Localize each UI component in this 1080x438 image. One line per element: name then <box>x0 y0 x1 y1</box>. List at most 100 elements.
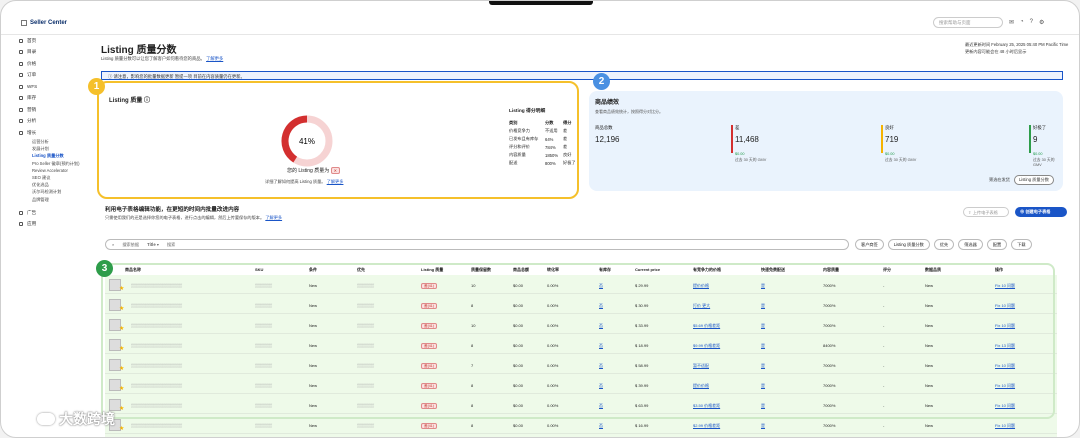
highlight-box-3 <box>101 263 1055 419</box>
metric-value: 9 <box>1033 135 1038 144</box>
sidebar-item-label: 运营分析 <box>32 139 49 145</box>
sidebar-item-label: 首页 <box>27 37 37 43</box>
sidebar-item[interactable]: 品牌管理 <box>15 196 95 203</box>
updated-time: 最近更新时间 February 25, 2025 05:40 PM Pacifi… <box>965 42 1069 47</box>
sidebar-item[interactable]: Pro Seller 徽章(预约计划) <box>15 160 95 167</box>
upload-spreadsheet-button[interactable]: ⇪ 上传电子表格 <box>963 207 1009 217</box>
nav-icon <box>19 107 23 112</box>
search-bar[interactable]: ⌕ 搜索依据 Title ▾ 搜索 <box>105 239 849 250</box>
sidebar-item[interactable]: SEO 建议 <box>15 174 95 181</box>
sidebar-item[interactable]: 营销 <box>15 104 95 116</box>
table-row[interactable]: ★ ▒▒▒▒▒▒▒▒▒▒▒▒▒▒▒▒▒▒ ▒▒▒▒▒▒ New ▒▒▒▒▒▒ 差… <box>105 417 1057 434</box>
filter-button[interactable]: 筛选器 <box>958 239 983 250</box>
metric-2: 良好 719 $0.00 过去 30 天的 GMV <box>885 125 916 163</box>
nav-icon <box>19 130 23 135</box>
priority-blurred: ▒▒▒▒▒▒ <box>357 423 375 428</box>
search-input[interactable]: 搜索 <box>167 242 175 247</box>
sidebar-item[interactable]: 沃尔玛检测计划 <box>15 189 95 196</box>
filter-buttons: 客户商签 Listing 质量分数 优先 筛选器 配置 下载 <box>855 239 1032 250</box>
create-spreadsheet-button[interactable]: ⊕ 创建电子表格 <box>1015 207 1067 217</box>
sidebar-item[interactable]: 发展计划 <box>15 146 95 153</box>
sidebar-item[interactable]: 目录 <box>15 47 95 59</box>
sidebar-item[interactable]: 分析 <box>15 116 95 128</box>
global-search-input[interactable]: 搜索帮助与页面 <box>933 17 1003 28</box>
sidebar-item-label: Listing 质量分数 <box>32 153 64 159</box>
sidebar-item-label: WFS <box>27 84 38 90</box>
metric-color-bar <box>731 125 733 153</box>
metric-compare: 过去 30 天的 GMV <box>885 158 917 162</box>
sidebar-item-label: Pro Seller 徽章(预约计划) <box>32 160 80 166</box>
metric-3: 好极了 9 $0.00 过去 30 天的 GMV <box>1033 125 1063 167</box>
sidebar-item-label: 沃尔玛检测计划 <box>32 189 62 195</box>
sidebar-item[interactable]: WFS <box>15 81 95 93</box>
app-window: Seller Center 搜索帮助与页面 ✉ ◔ ? ⚙ 首页目录 价格订单 WF… <box>0 0 1080 438</box>
sidebar-item[interactable]: Listing 质量分数 <box>15 153 95 160</box>
metric-0: 商品总数 12,196 <box>595 125 619 152</box>
sidebar-item-label: 订单 <box>27 72 37 78</box>
performance-footer: 筛选在发货 Listing 质量分数 <box>989 175 1054 185</box>
step-badge-2: 2 <box>593 73 610 90</box>
learn-more-link[interactable]: 了解更多 <box>206 56 223 61</box>
mail-icon[interactable]: ✉ <box>1009 19 1014 26</box>
search-icon: ⌕ <box>112 242 115 247</box>
camera-notch <box>489 1 593 5</box>
help-icon[interactable]: ? <box>1030 19 1033 26</box>
sidebar-item-label: 增长 <box>27 129 37 135</box>
sidebar-item[interactable]: 订单 <box>15 70 95 82</box>
notice-banner: ⓘ 请注意，影响您的批量数据更新 暂提一项 目前在内容质量仍在更新。 <box>101 71 1063 80</box>
performance-subtitle: 查看商品绩效统计，按照得分对比分。 <box>595 109 663 114</box>
sidebar-item[interactable]: 价格 <box>15 58 95 70</box>
sidebar-item[interactable]: 广告 <box>15 207 95 219</box>
filter-label: 筛选在发货 <box>989 177 1010 182</box>
filter-button[interactable]: 优先 <box>933 239 955 250</box>
sidebar-item[interactable]: 应用 <box>15 219 95 231</box>
app-name: Seller Center <box>30 19 68 26</box>
filter-button[interactable]: 配置 <box>986 239 1008 250</box>
sidebar-item[interactable]: 优化选品 <box>15 182 95 189</box>
bell-icon[interactable]: ◔ <box>1020 19 1024 26</box>
sidebar-item[interactable]: 增长 <box>15 127 95 139</box>
sidebar-item[interactable]: 首页 <box>15 35 95 47</box>
metric-label: 良好 <box>885 125 894 130</box>
product-performance-card: 商品绩效 查看商品绩效统计，按照得分对比分。 商品总数 12,196 差 11,… <box>589 91 1063 191</box>
gear-icon[interactable]: ⚙ <box>1039 19 1044 26</box>
grid-icon[interactable] <box>21 19 27 26</box>
nav-icon <box>19 50 23 55</box>
competitive-price-link[interactable]: $2.99 价格差距 <box>693 423 720 429</box>
nav-icon <box>19 119 23 124</box>
data-quality: New <box>925 423 934 428</box>
sidebar-item-label: 品牌管理 <box>32 196 49 202</box>
sidebar-item[interactable]: 库存 <box>15 93 95 105</box>
logo[interactable]: Seller Center <box>21 19 68 26</box>
sidebar-item[interactable]: 运营分析 <box>15 139 95 146</box>
sidebar-item-label: Review Accelerator <box>32 168 68 174</box>
sidebar-item[interactable]: Review Accelerator <box>15 167 95 174</box>
filter-button[interactable]: Listing 质量分数 <box>887 239 930 250</box>
highlight-box-1 <box>97 81 579 199</box>
metric-compare: 过去 30 天的 GMV <box>735 158 767 162</box>
sidebar-item-label: 分析 <box>27 118 37 124</box>
sidebar-item-label: 价格 <box>27 60 37 66</box>
listing-quality-button[interactable]: Listing 质量分数 <box>1013 175 1054 185</box>
filter-button[interactable]: 下载 <box>1011 239 1032 250</box>
in-stock-link[interactable]: 否 <box>599 423 603 429</box>
bulk-learn-more[interactable]: 了解更多 <box>265 215 282 220</box>
filter-button[interactable]: 客户商签 <box>855 239 884 250</box>
watermark-icon <box>37 413 55 425</box>
metric-change: $0.00 <box>885 152 895 156</box>
nav-icon <box>19 38 23 43</box>
nav-icon <box>19 61 23 66</box>
metric-value: 12,196 <box>595 135 620 144</box>
metric-value: 11,468 <box>735 135 759 144</box>
nav-icon <box>19 73 23 78</box>
fix-issues-link[interactable]: Fix 10 问题 <box>995 423 1015 429</box>
search-scope: 搜索依据 <box>122 242 140 247</box>
page-title: Listing 质量分数 <box>101 45 177 56</box>
current-price: $ 16.99 <box>635 423 649 428</box>
metric-label: 好极了 <box>1033 125 1047 130</box>
sidebar-item-label: 广告 <box>27 209 37 215</box>
fast-shipping-link[interactable]: 是 <box>761 423 765 429</box>
metric-change: $0.00 <box>1033 152 1043 156</box>
search-field-select[interactable]: Title ▾ <box>147 242 159 247</box>
product-name-blurred[interactable]: ▒▒▒▒▒▒▒▒▒▒▒▒▒▒▒▒▒▒ <box>131 423 182 428</box>
